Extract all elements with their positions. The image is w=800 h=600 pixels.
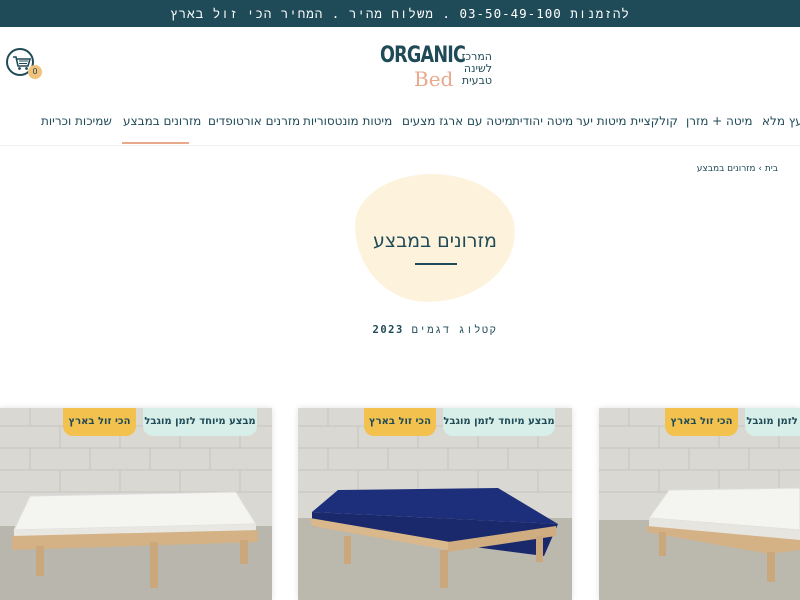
announcement-bar: להזמנות 03-50-49-100 . משלוח מהיר . המחי… [0,0,800,27]
nav-item-forest-collection[interactable]: קולקציית מיטות יער [576,114,678,128]
catalog-year: 2023 [372,324,404,336]
product-card[interactable]: מבצע מיוחד לזמן מוגבל הכי זול בארץ [298,408,572,600]
header-divider [0,145,800,146]
nav-item-sale-mattresses[interactable]: מזרונים במבצע [123,114,201,128]
nav-item-storage-bed[interactable]: מיטה עם ארגז מצעים [402,114,513,128]
nav-item-montessori[interactable]: מיטות מונטסוריות [303,114,392,128]
catalog-text: קטלוג דגמים [411,324,498,336]
page-title: מזרונים במבצע [373,230,497,252]
main-nav: מעץ מלא מיטה + מזרן קולקציית מיטות יער מ… [0,110,800,144]
nav-item-jewish-bed[interactable]: מיטה יהודית [512,114,573,128]
logo-organic-text: ORGANIC [380,43,466,68]
nav-item-blankets-pillows[interactable]: שמיכות וכריות [41,114,112,128]
cheapest-badge: הכי זול בארץ [63,408,136,436]
nav-item-solid-wood[interactable]: מעץ מלא [762,114,800,128]
breadcrumb: בית › מזרונים במבצע [697,164,778,174]
active-nav-indicator [122,142,189,144]
product-image [599,408,800,600]
product-card[interactable]: מבצע מיוחד לזמן מוגבל הכי זול בארץ [599,408,800,600]
breadcrumb-home[interactable]: בית [765,164,778,174]
cheapest-badge: הכי זול בארץ [364,408,436,436]
product-image [298,408,572,600]
product-card[interactable]: מבצע מיוחד לזמן מוגבל הכי זול בארץ [0,408,272,600]
sale-badge: מבצע מיוחד לזמן מוגבל [143,408,257,436]
nav-item-bed-mattress[interactable]: מיטה + מזרן [686,114,753,128]
title-underline [415,263,457,265]
nav-item-orthopedic[interactable]: מזרנים אורטופדים [208,114,300,128]
breadcrumb-current: מזרונים במבצע [696,164,756,174]
cheapest-badge: הכי זול בארץ [665,408,738,436]
sale-badge: מבצע מיוחד לזמן מוגבל [745,408,800,436]
catalog-caption: קטלוג דגמים 2023 [340,324,530,337]
cart-count-badge: 0 [28,65,42,79]
sale-badge: מבצע מיוחד לזמן מוגבל [443,408,555,436]
breadcrumb-separator: › [758,164,762,174]
site-logo[interactable]: ORGANIC Bed המרכז לשינה טבעית [376,43,496,95]
logo-tagline: המרכז לשינה טבעית [461,50,493,87]
product-image [0,408,272,600]
logo-bed-text: Bed [414,67,454,91]
